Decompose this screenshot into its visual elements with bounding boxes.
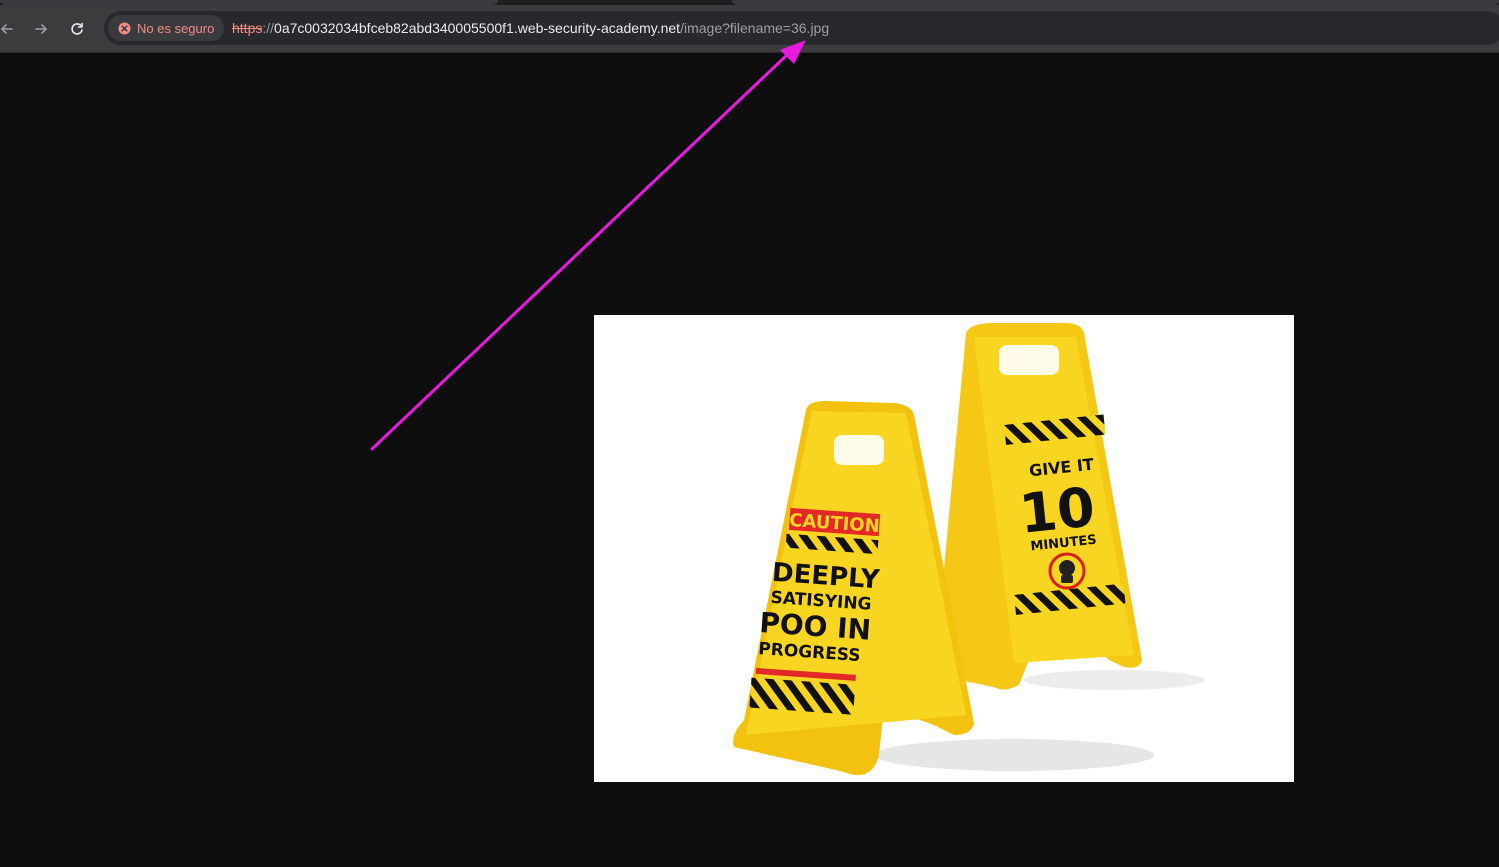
reload-button[interactable]: [64, 16, 90, 42]
address-bar[interactable]: No es seguro https://0a7c0032034bfceb82a…: [104, 11, 1499, 45]
browser-toolbar: No es seguro https://0a7c0032034bfceb82a…: [0, 5, 1499, 53]
reload-icon: [71, 22, 83, 35]
back-button[interactable]: [0, 16, 20, 42]
url-path: /image?filename=36.jpg: [680, 20, 830, 36]
back-sign: GIVE IT 10 MINUTES: [934, 323, 1142, 690]
back-arrow-icon: [1, 24, 13, 34]
image-caution-signs[interactable]: GIVE IT 10 MINUTES CAUTION DEEPLY SATISY…: [594, 315, 1294, 782]
forward-arrow-icon: [35, 24, 47, 34]
forward-button[interactable]: [28, 16, 54, 42]
page-viewport: GIVE IT 10 MINUTES CAUTION DEEPLY SATISY…: [0, 53, 1499, 867]
url-separator: ://: [262, 20, 275, 36]
warning-icon: [118, 21, 131, 35]
security-chip-label: No es seguro: [137, 20, 215, 36]
url-scheme: https: [232, 20, 263, 36]
url-text[interactable]: https://0a7c0032034bfceb82abd340005500f1…: [232, 11, 829, 45]
front-sign: CAUTION DEEPLY SATISYING POO IN PROGRESS: [733, 401, 974, 776]
security-chip[interactable]: No es seguro: [108, 15, 225, 41]
caution-signs-illustration: GIVE IT 10 MINUTES CAUTION DEEPLY SATISY…: [733, 323, 1204, 776]
url-host: 0a7c0032034bfceb82abd340005500f1.web-sec…: [274, 20, 681, 36]
